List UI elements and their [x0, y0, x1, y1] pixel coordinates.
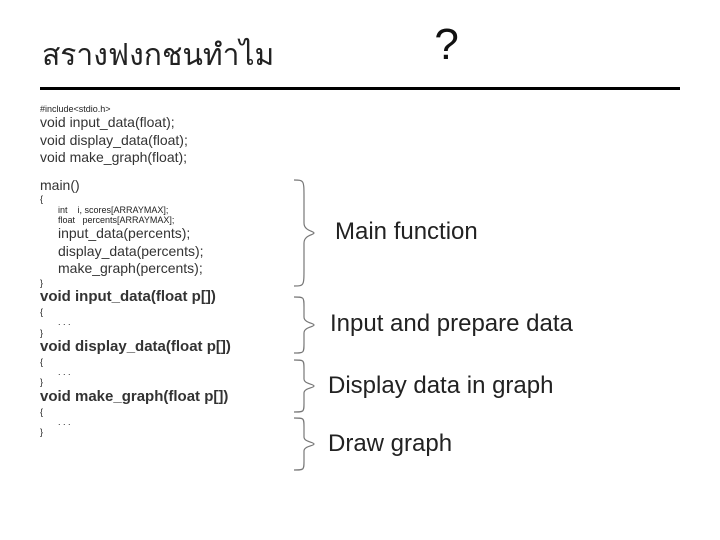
brace-draw — [290, 416, 316, 472]
code-decl-1-rest: i, scores[ARRAYMAX]; — [78, 205, 169, 215]
code-main-close: } — [40, 278, 330, 288]
brace-display — [290, 358, 316, 414]
code-fn2-sig: void display_data(float p[]) — [40, 338, 330, 357]
code-decl-2-kw: float — [58, 215, 75, 225]
code-main-sig: main() — [40, 177, 330, 195]
code-decl-1-kw: int — [58, 205, 68, 215]
brace-input — [290, 295, 316, 355]
code-fn1-sig: void input_data(float p[]) — [40, 288, 330, 307]
code-main-open: { — [40, 194, 330, 204]
code-column: #include<stdio.h> void input_data(float)… — [40, 104, 330, 438]
code-fn3-sig: void make_graph(float p[]) — [40, 388, 330, 407]
page-title-right: ? — [434, 20, 458, 70]
code-proto-1: void input_data(float); — [40, 114, 330, 132]
code-fn1-body: . . . — [40, 317, 330, 327]
code-proto-3: void make_graph(float); — [40, 149, 330, 167]
code-decl-2: float percents[ARRAYMAX]; — [40, 215, 330, 225]
label-draw-graph: Draw graph — [328, 430, 452, 458]
code-fn2-close: } — [40, 377, 330, 387]
code-main-body-1: input_data(percents); — [40, 225, 330, 243]
label-display-data: Display data in graph — [328, 372, 553, 400]
code-proto-2: void display_data(float); — [40, 132, 330, 150]
code-main-body-2: display_data(percents); — [40, 243, 330, 261]
code-fn1-open: { — [40, 307, 330, 317]
label-main-function: Main function — [335, 218, 478, 246]
code-fn2-body: . . . — [40, 367, 330, 377]
code-fn2-open: { — [40, 357, 330, 367]
code-decl-2-rest: percents[ARRAYMAX]; — [83, 215, 175, 225]
code-fn1-close: } — [40, 328, 330, 338]
brace-main — [290, 178, 316, 288]
code-main-body-3: make_graph(percents); — [40, 260, 330, 278]
code-fn3-body: . . . — [40, 417, 330, 427]
label-input-prepare: Input and prepare data — [330, 310, 573, 338]
code-fn3-open: { — [40, 407, 330, 417]
code-decl-1: int i, scores[ARRAYMAX]; — [40, 205, 330, 215]
page-title-left: สรางฟงกชนทำไม — [42, 32, 274, 79]
code-fn3-close: } — [40, 427, 330, 437]
code-include: #include<stdio.h> — [40, 104, 330, 114]
